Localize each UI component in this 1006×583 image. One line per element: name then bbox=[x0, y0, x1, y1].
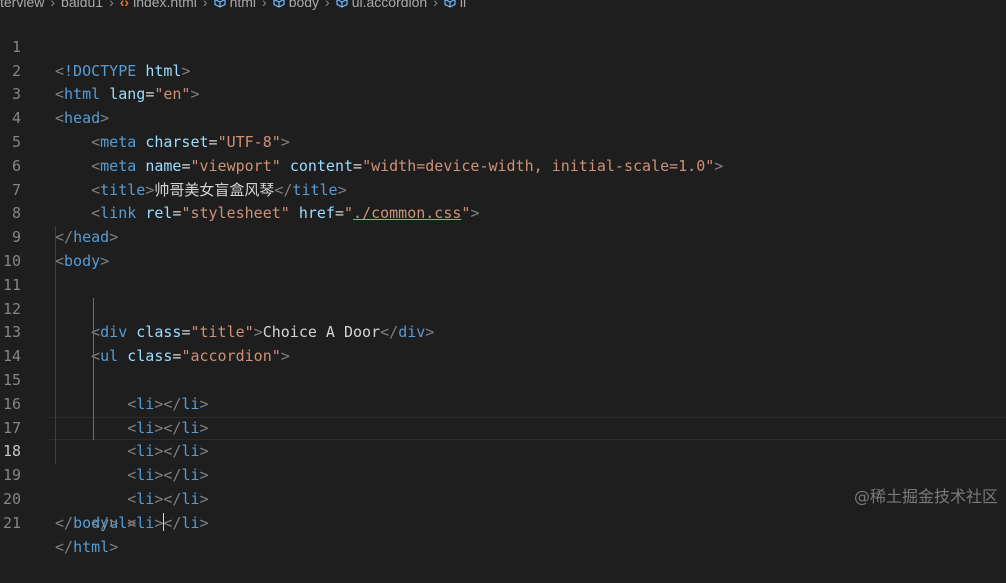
line-number: 21 bbox=[2, 513, 21, 532]
code-editor[interactable]: 1 <!DOCTYPE html> 2 <html lang="en"> 3 <… bbox=[0, 12, 1006, 556]
symbol-cube-icon bbox=[336, 0, 348, 8]
code-line[interactable]: 17 <li></li> bbox=[0, 392, 1006, 508]
breadcrumb-label: ul.accordion bbox=[351, 0, 428, 10]
code-line[interactable]: 12 <ul class="accordion"> bbox=[0, 273, 1006, 365]
breadcrumb-label: body bbox=[288, 0, 320, 10]
breadcrumb-item-folder[interactable]: baidu1 bbox=[61, 0, 103, 10]
code-line[interactable]: 7 <link rel="stylesheet" href="./common.… bbox=[0, 155, 1006, 223]
code-line[interactable]: 1 <!DOCTYPE html> bbox=[0, 12, 1006, 80]
code-line[interactable]: 16 <li></li> bbox=[0, 368, 1006, 484]
indent-guide bbox=[55, 345, 56, 369]
symbol-cube-icon bbox=[444, 0, 456, 8]
indent-guide bbox=[93, 392, 94, 417]
indent-guide bbox=[55, 297, 56, 322]
breadcrumb-item-symbol[interactable]: li bbox=[444, 0, 466, 10]
breadcrumb-label: li bbox=[459, 0, 467, 10]
chevron-right-icon: › bbox=[433, 0, 438, 10]
code-line[interactable]: 19 </ul> bbox=[0, 440, 1006, 532]
breadcrumb-label: index.html bbox=[133, 0, 197, 10]
indent-guide bbox=[55, 249, 56, 274]
indent-guide bbox=[93, 321, 94, 346]
breadcrumb-item-symbol[interactable]: html bbox=[213, 0, 257, 10]
chevron-right-icon: › bbox=[109, 0, 114, 10]
code-line[interactable]: 3 <head> bbox=[0, 60, 1006, 127]
symbol-cube-icon bbox=[213, 0, 226, 8]
code-line[interactable]: 14 <li></li> bbox=[0, 321, 1006, 437]
html-file-icon: ‹› bbox=[119, 0, 130, 10]
indent-guide bbox=[55, 273, 56, 298]
breadcrumb-item-folder[interactable]: terview bbox=[0, 0, 44, 10]
indent-guide bbox=[55, 321, 56, 346]
code-line[interactable]: 2 <html lang="en"> bbox=[0, 36, 1006, 104]
code-line[interactable]: 6 <title>帅哥美女盲盒风琴</title> bbox=[0, 131, 1006, 199]
chevron-right-icon: › bbox=[50, 0, 56, 10]
chevron-right-icon: › bbox=[262, 0, 267, 10]
breadcrumb-label: baidu1 bbox=[61, 0, 104, 10]
code-line[interactable]: 10 bbox=[0, 226, 1006, 270]
chevron-right-icon: › bbox=[202, 0, 208, 10]
breadcrumb-item-symbol[interactable]: body bbox=[273, 0, 319, 10]
indent-guide bbox=[55, 440, 56, 465]
breadcrumb-label: html bbox=[229, 0, 257, 10]
chevron-right-icon: › bbox=[325, 0, 330, 10]
indent-guide bbox=[55, 226, 56, 250]
breadcrumb: terview › baidu1 › ‹› index.html › html … bbox=[0, 0, 1006, 10]
breadcrumb-item-symbol[interactable]: ul.accordion bbox=[336, 0, 428, 10]
symbol-cube-icon bbox=[273, 0, 285, 8]
code-line-current[interactable]: 18 <li></li> bbox=[0, 416, 1006, 532]
indent-guide bbox=[93, 368, 94, 393]
indent-guide bbox=[55, 392, 56, 417]
code-line[interactable]: 5 <meta name="viewport" content="width=d… bbox=[0, 107, 1006, 175]
code-line[interactable]: 8 </head> bbox=[0, 179, 1006, 246]
code-line[interactable]: 4 <meta charset="UTF-8"> bbox=[0, 83, 1006, 151]
indent-guide bbox=[55, 368, 56, 393]
breadcrumb-label: terview bbox=[0, 0, 45, 10]
line-content: </html> bbox=[55, 537, 119, 556]
code-line[interactable]: 15 <li></li> bbox=[0, 345, 1006, 460]
indent-guide bbox=[55, 416, 56, 441]
code-line[interactable]: 13 <li></li> bbox=[0, 297, 1006, 413]
code-line[interactable]: 9 <body> bbox=[0, 202, 1006, 270]
watermark: @稀土掘金技术社区 bbox=[853, 487, 998, 506]
code-line[interactable]: 11 <div class="title">Choice A Door</div… bbox=[0, 249, 1006, 341]
indent-guide bbox=[93, 297, 94, 322]
indent-guide bbox=[93, 345, 94, 369]
line-content: </body> bbox=[55, 513, 119, 532]
breadcrumb-item-file[interactable]: ‹› index.html bbox=[120, 0, 197, 10]
indent-guide bbox=[93, 416, 94, 441]
